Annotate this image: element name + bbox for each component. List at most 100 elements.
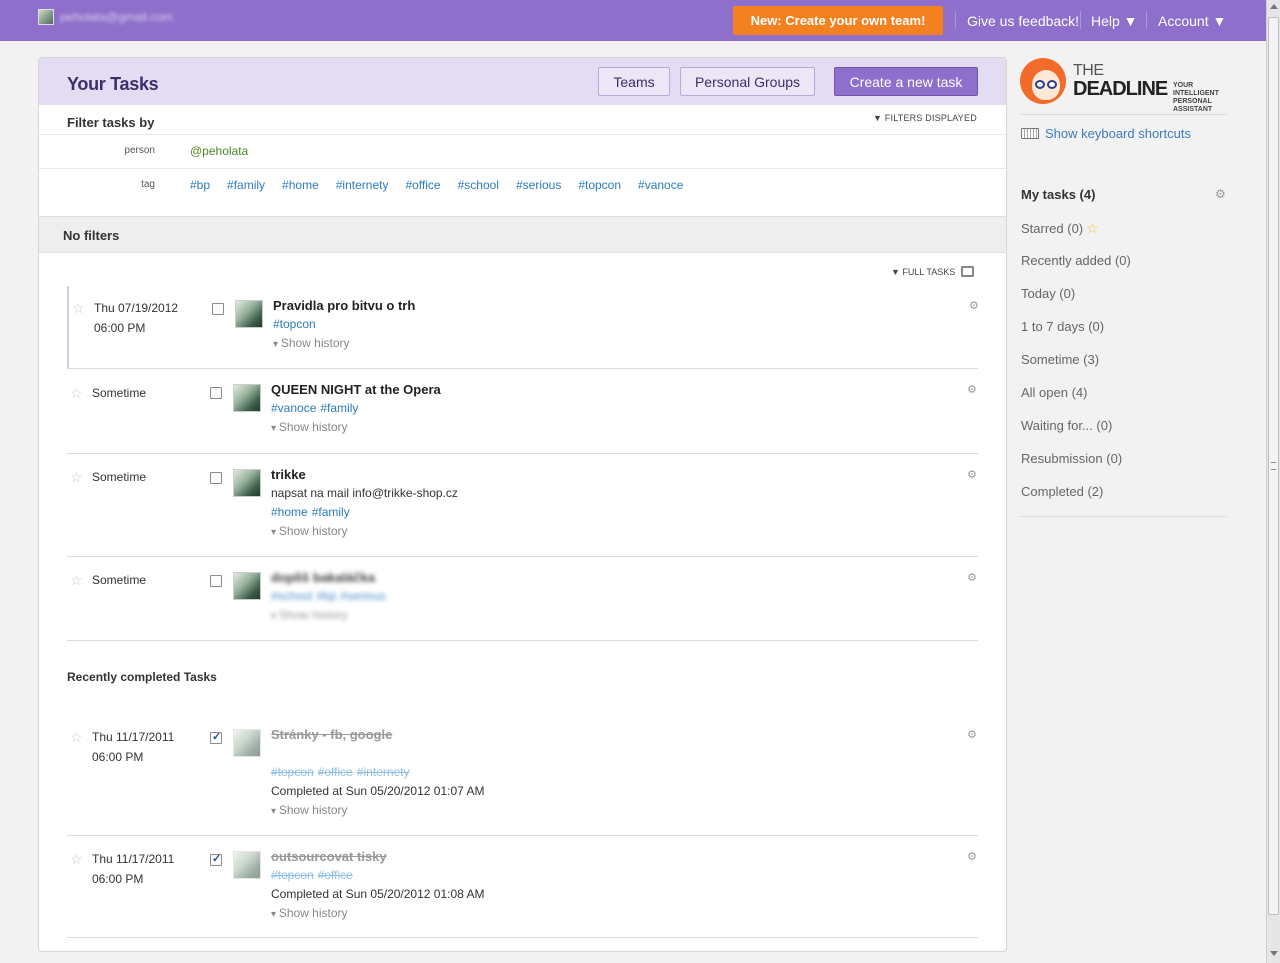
star-icon[interactable]: ☆ bbox=[70, 573, 83, 587]
task-title[interactable]: dopliš bakaláčka bbox=[271, 568, 390, 587]
tag-filter-item[interactable]: #topcon bbox=[578, 178, 621, 192]
task-tag[interactable]: #vanoce bbox=[271, 401, 316, 415]
task-title[interactable]: QUEEN NIGHT at the Opera bbox=[271, 380, 441, 399]
task-due-date: Thu 07/19/2012 06:00 PM bbox=[94, 298, 178, 338]
sidebar-item-1-to-7-days[interactable]: 1 to 7 days (0) bbox=[1021, 319, 1104, 334]
task-checkbox[interactable] bbox=[212, 303, 224, 315]
task-tag[interactable]: #office bbox=[318, 765, 353, 779]
print-icon[interactable] bbox=[961, 266, 975, 277]
sidebar-item-all-open[interactable]: All open (4) bbox=[1021, 385, 1087, 400]
task-checkbox[interactable] bbox=[210, 472, 222, 484]
sidebar-item-starred[interactable]: Starred (0) ☆ bbox=[1021, 220, 1099, 237]
show-history-link[interactable]: Show history bbox=[271, 418, 441, 438]
full-tasks-toggle[interactable]: ▼ FULL TASKS bbox=[891, 266, 975, 277]
task-title[interactable]: Pravidla pro bitvu o trh bbox=[273, 296, 415, 315]
keyboard-shortcuts-link[interactable]: Show keyboard shortcuts bbox=[1021, 126, 1191, 141]
sidebar-item-my-tasks[interactable]: My tasks (4) bbox=[1021, 187, 1095, 202]
task-body: outsourcovat tisky #topcon #office Comple… bbox=[271, 847, 485, 924]
completed-task-row[interactable]: ☆ Thu 11/17/2011 06:00 PM outsourcovat t… bbox=[67, 837, 978, 938]
star-icon: ☆ bbox=[1086, 220, 1099, 236]
task-tag[interactable]: #topcon bbox=[273, 317, 316, 331]
show-history-link[interactable]: Show history bbox=[271, 801, 485, 821]
tag-filter-item[interactable]: #internety bbox=[336, 178, 389, 192]
completed-task-row[interactable]: ☆ Thu 11/17/2011 06:00 PM Stránky - fb, … bbox=[67, 715, 978, 836]
task-tags: #home #family bbox=[271, 503, 458, 522]
task-date: Thu 07/19/2012 bbox=[94, 301, 179, 315]
task-checkbox[interactable] bbox=[210, 852, 222, 866]
task-row[interactable]: ☆ Thu 07/19/2012 06:00 PM Pravidla pro b… bbox=[67, 286, 979, 369]
task-title[interactable]: Stránky - fb, google bbox=[271, 725, 485, 744]
task-title[interactable]: outsourcovat tisky bbox=[271, 847, 485, 866]
task-tag[interactable]: #topcon bbox=[271, 765, 314, 779]
gear-icon[interactable]: ⚙ bbox=[967, 383, 977, 396]
create-team-button[interactable]: New: Create your own team! bbox=[733, 6, 943, 35]
task-checkbox[interactable] bbox=[210, 387, 222, 399]
task-title[interactable]: trikke bbox=[271, 465, 458, 484]
task-row[interactable]: ☆ Sometime dopliš bakaláčka #school #bp #s… bbox=[67, 558, 978, 641]
sidebar-item-completed[interactable]: Completed (2) bbox=[1021, 484, 1103, 499]
task-tag[interactable]: #family bbox=[312, 505, 350, 519]
task-tag[interactable]: #family bbox=[320, 401, 358, 415]
task-tag[interactable]: #bp bbox=[316, 589, 336, 603]
task-tag[interactable]: #serious bbox=[340, 589, 385, 603]
show-history-link[interactable]: Show history bbox=[271, 904, 485, 924]
tag-filter-item[interactable]: #office bbox=[405, 178, 440, 192]
filters-displayed-toggle[interactable]: ▼ FILTERS DISPLAYED bbox=[873, 113, 977, 123]
tag-filter-item[interactable]: #serious bbox=[516, 178, 561, 192]
full-tasks-label[interactable]: ▼ FULL TASKS bbox=[891, 267, 955, 277]
account-menu[interactable]: Account ▼ bbox=[1158, 0, 1226, 41]
sidebar-item-sometime[interactable]: Sometime (3) bbox=[1021, 352, 1099, 367]
sidebar-item-today[interactable]: Today (0) bbox=[1021, 286, 1075, 301]
feedback-link[interactable]: Give us feedback! bbox=[967, 0, 1079, 41]
task-date: Thu 11/17/2011 bbox=[92, 730, 175, 744]
gear-icon[interactable]: ⚙ bbox=[967, 728, 977, 741]
star-icon[interactable]: ☆ bbox=[70, 730, 83, 744]
completed-at: Completed at Sun 05/20/2012 01:07 AM bbox=[271, 784, 485, 798]
person-filter-value[interactable]: @peholata bbox=[190, 144, 248, 158]
task-checkbox[interactable] bbox=[210, 730, 222, 744]
help-menu[interactable]: Help ▼ bbox=[1091, 0, 1138, 41]
task-row[interactable]: ☆ Sometime QUEEN NIGHT at the Opera #van… bbox=[67, 370, 978, 454]
task-tags: #topcon bbox=[273, 315, 415, 334]
gear-icon[interactable]: ⚙ bbox=[969, 299, 979, 312]
sidebar-item-waiting-for[interactable]: Waiting for... (0) bbox=[1021, 418, 1112, 433]
task-tag[interactable]: #topcon bbox=[271, 868, 314, 882]
task-body: dopliš bakaláčka #school #bp #serious Show… bbox=[271, 568, 390, 626]
task-tag[interactable]: #internety bbox=[357, 765, 410, 779]
gear-icon[interactable]: ⚙ bbox=[1215, 187, 1226, 201]
show-history-link[interactable]: Show history bbox=[271, 522, 458, 542]
task-row[interactable]: ☆ Sometime trikke napsat na mail info@tr… bbox=[67, 455, 978, 557]
gear-icon[interactable]: ⚙ bbox=[967, 571, 977, 584]
star-icon[interactable]: ☆ bbox=[70, 386, 83, 400]
star-icon[interactable]: ☆ bbox=[70, 852, 83, 866]
show-history-link[interactable]: Show history bbox=[271, 606, 390, 626]
tag-filter-item[interactable]: #school bbox=[458, 178, 499, 192]
sidebar-item-resubmission[interactable]: Resubmission (0) bbox=[1021, 451, 1122, 466]
vertical-scrollbar[interactable] bbox=[1266, 0, 1280, 963]
task-tag[interactable]: #school bbox=[271, 589, 312, 603]
user-account[interactable]: peholata@gmail.com bbox=[38, 9, 173, 25]
tag-filter-item[interactable]: #family bbox=[227, 178, 265, 192]
show-history-link[interactable]: Show history bbox=[273, 334, 415, 354]
tag-filter-item[interactable]: #vanoce bbox=[638, 178, 683, 192]
task-tag[interactable]: #office bbox=[318, 868, 353, 882]
gear-icon[interactable]: ⚙ bbox=[967, 850, 977, 863]
deadline-logo[interactable]: THE DEADLINE YOUR INTELLIGENT PERSONAL A… bbox=[1020, 58, 1230, 113]
star-icon[interactable]: ☆ bbox=[70, 470, 83, 484]
task-tag[interactable]: #home bbox=[271, 505, 308, 519]
keyboard-shortcuts-label[interactable]: Show keyboard shortcuts bbox=[1045, 126, 1191, 141]
create-task-button[interactable]: Create a new task bbox=[834, 67, 978, 96]
star-icon[interactable]: ☆ bbox=[72, 301, 85, 315]
scroll-up-icon[interactable] bbox=[1270, 4, 1278, 9]
sidebar-item-recently-added[interactable]: Recently added (0) bbox=[1021, 253, 1131, 268]
scroll-down-icon[interactable] bbox=[1270, 951, 1278, 956]
teams-button[interactable]: Teams bbox=[598, 67, 670, 96]
tag-filter-item[interactable]: #bp bbox=[190, 178, 210, 192]
page-title: Your Tasks bbox=[67, 74, 159, 94]
personal-groups-button[interactable]: Personal Groups bbox=[680, 67, 815, 96]
task-tags: #topcon #office #internety bbox=[271, 763, 485, 782]
task-checkbox[interactable] bbox=[210, 575, 222, 587]
gear-icon[interactable]: ⚙ bbox=[967, 468, 977, 481]
tag-filter-item[interactable]: #home bbox=[282, 178, 319, 192]
